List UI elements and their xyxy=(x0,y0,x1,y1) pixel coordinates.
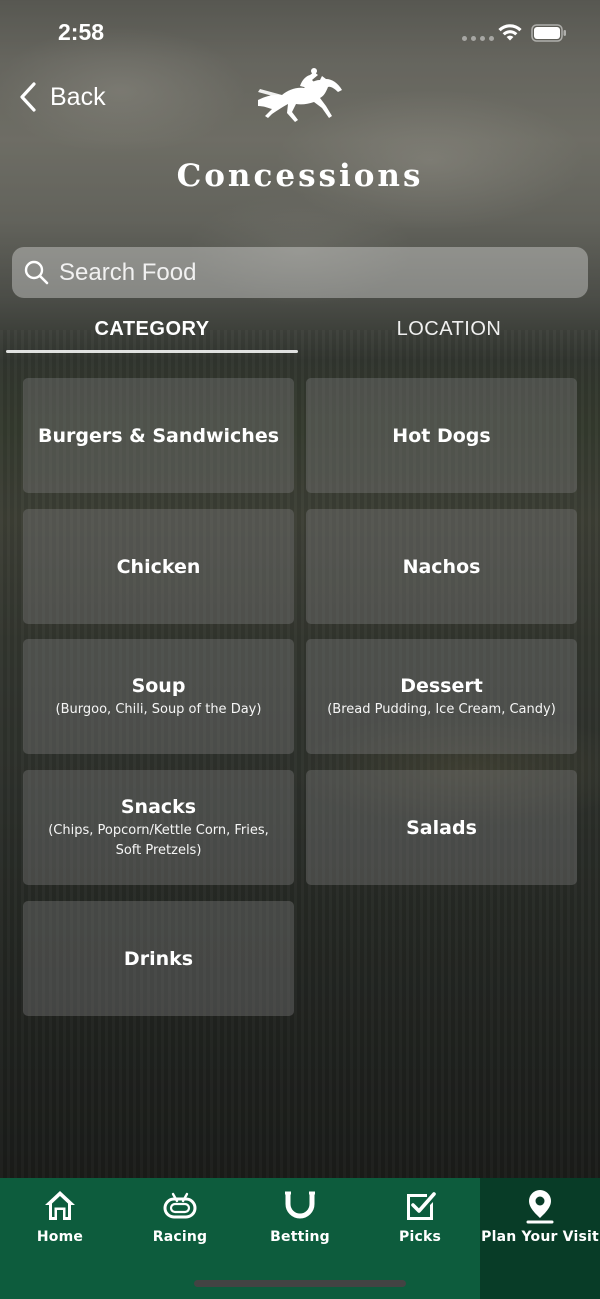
horse-and-jockey-logo xyxy=(258,68,342,122)
category-title: Snacks xyxy=(120,795,197,818)
chevron-left-icon xyxy=(20,82,36,112)
category-subtitle: (Bread Pudding, Ice Cream, Candy) xyxy=(327,701,556,717)
location-pin-icon xyxy=(526,1190,554,1224)
category-title: Salads xyxy=(406,816,477,839)
horseshoe-icon xyxy=(285,1191,315,1219)
category-title: Dessert xyxy=(400,674,483,697)
search-input[interactable] xyxy=(59,247,588,298)
back-label: Back xyxy=(50,82,106,111)
cellular-signal-icon xyxy=(462,36,494,41)
search-bar[interactable] xyxy=(12,247,588,298)
tab-location[interactable]: LOCATION xyxy=(300,318,598,354)
tabbar-label: Picks xyxy=(398,1229,441,1245)
status-bar: 2:58 xyxy=(0,0,600,66)
category-title: Burgers & Sandwiches xyxy=(37,424,280,447)
category-card-soup[interactable]: Soup (Burgoo, Chili, Soup of the Day) xyxy=(23,639,294,754)
category-card-burgers-sandwiches[interactable]: Burgers & Sandwiches xyxy=(23,378,294,493)
home-icon xyxy=(45,1191,75,1220)
tabbar-label: Racing xyxy=(152,1229,208,1245)
category-card-hot-dogs[interactable]: Hot Dogs xyxy=(306,378,577,493)
wifi-icon xyxy=(498,24,522,41)
category-card-salads[interactable]: Salads xyxy=(306,770,577,885)
category-subtitle: (Chips, Popcorn/Kettle Corn, Fries, Soft… xyxy=(48,822,269,858)
checkbox-icon xyxy=(407,1192,436,1220)
tabbar-item-plan-your-visit[interactable]: Plan Your Visit xyxy=(480,1178,600,1299)
tabbar-label: Plan Your Visit xyxy=(481,1229,599,1245)
racetrack-icon xyxy=(163,1192,197,1219)
category-title: Chicken xyxy=(116,555,201,578)
tabbar-label: Home xyxy=(36,1229,84,1245)
category-card-chicken[interactable]: Chicken xyxy=(23,509,294,624)
tabbar-item-home[interactable]: Home xyxy=(0,1178,120,1299)
tabbar-label: Betting xyxy=(270,1229,330,1245)
tab-category[interactable]: CATEGORY xyxy=(6,318,298,354)
tab-category-label: CATEGORY xyxy=(94,318,210,340)
status-time: 2:58 xyxy=(58,19,105,45)
category-title: Hot Dogs xyxy=(392,424,491,447)
home-indicator[interactable] xyxy=(194,1280,406,1287)
page-title: Concessions xyxy=(176,158,424,194)
category-card-dessert[interactable]: Dessert (Bread Pudding, Ice Cream, Candy… xyxy=(306,639,577,754)
active-tab-indicator xyxy=(6,350,298,353)
category-card-snacks[interactable]: Snacks (Chips, Popcorn/Kettle Corn, Frie… xyxy=(23,770,294,885)
category-title: Nachos xyxy=(402,555,481,578)
tab-location-label: LOCATION xyxy=(396,318,502,340)
battery-icon xyxy=(531,24,566,42)
search-icon xyxy=(24,260,49,285)
category-card-nachos[interactable]: Nachos xyxy=(306,509,577,624)
back-button[interactable]: Back xyxy=(18,78,106,116)
category-card-drinks[interactable]: Drinks xyxy=(23,901,294,1016)
category-subtitle: (Burgoo, Chili, Soup of the Day) xyxy=(55,701,262,717)
category-title: Soup xyxy=(131,674,186,697)
category-title: Drinks xyxy=(123,947,194,970)
